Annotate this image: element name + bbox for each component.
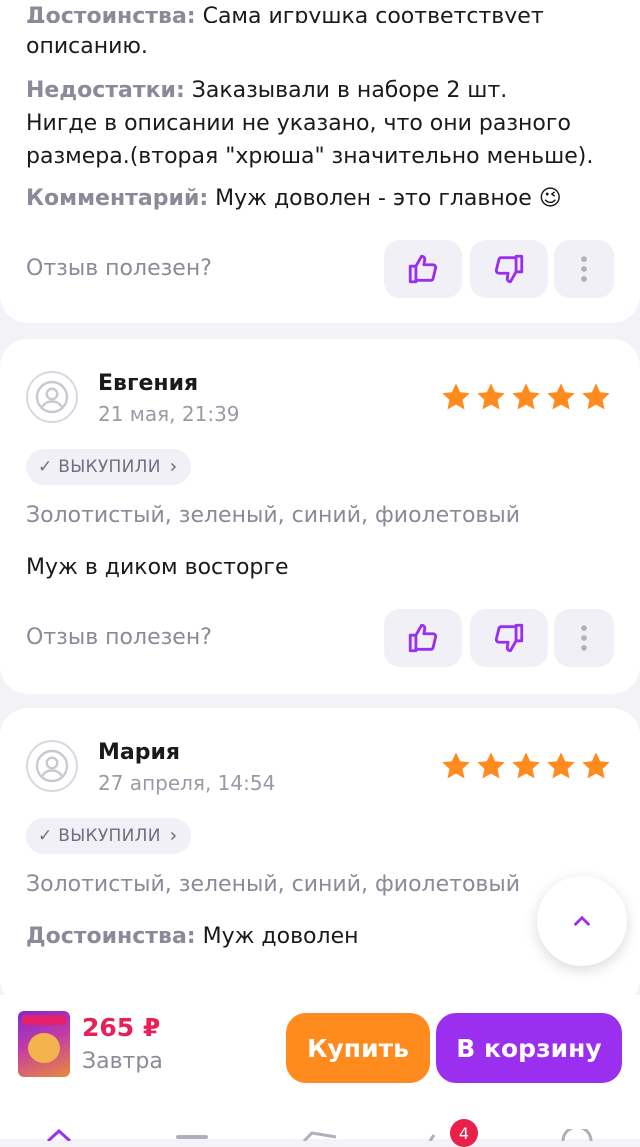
avatar <box>26 371 78 423</box>
product-price: 265 ₽ <box>82 1013 161 1042</box>
avatar <box>26 740 78 792</box>
cons-label: Недостатки: <box>26 78 185 103</box>
star-icon <box>582 752 610 779</box>
review-cons: Недостатки: Заказывали в наборе 2 шт. <box>26 74 507 107</box>
star-icon <box>442 752 470 779</box>
thumbs-down-icon <box>494 254 524 284</box>
helpful-row: Отзыв полезен? <box>26 609 614 669</box>
helpful-row: Отзыв полезен? <box>26 240 614 300</box>
product-thumbnail[interactable] <box>18 1011 70 1077</box>
chevron-right-icon <box>170 462 176 472</box>
rating-stars <box>440 750 612 782</box>
review-author: Евгения <box>98 371 199 396</box>
comment-text: Муж доволен - это главное 😉 <box>215 186 562 211</box>
cart-count-badge: 4 <box>450 1119 478 1147</box>
pros-text: Сама игрушка соответствует <box>202 4 544 23</box>
like-button[interactable] <box>384 609 462 667</box>
product-variant: Золотистый, зеленый, синий, фиолетовый <box>26 503 521 528</box>
chevron-right-icon <box>170 831 176 841</box>
badge-label: ✓ ВЫКУПИЛИ <box>38 826 161 846</box>
dislike-button[interactable] <box>470 240 548 298</box>
profile-tab-icon[interactable] <box>560 1129 594 1141</box>
star-icon <box>547 383 575 410</box>
review-date: 21 мая, 21:39 <box>98 402 240 426</box>
add-to-cart-button[interactable]: В корзину <box>436 1013 622 1083</box>
helpful-label: Отзыв полезен? <box>26 625 212 650</box>
cart-tab-icon[interactable] <box>428 1133 452 1141</box>
thumbs-up-icon <box>408 623 438 653</box>
more-button[interactable] <box>554 609 614 667</box>
review-card-2: Евгения 21 мая, 21:39 ✓ ВЫКУПИЛИ Золотис… <box>0 339 640 694</box>
home-tab-icon[interactable] <box>46 1129 72 1141</box>
more-vertical-icon <box>581 256 587 282</box>
star-icon <box>442 383 470 410</box>
more-button[interactable] <box>554 240 614 298</box>
purchase-bar: 265 ₽ Завтра Купить В корзину <box>0 995 640 1105</box>
star-icon <box>582 383 610 410</box>
helpful-label: Отзыв полезен? <box>26 256 212 281</box>
star-icon <box>477 752 505 779</box>
pros-text: Муж доволен <box>202 924 359 949</box>
thumbs-down-icon <box>494 623 524 653</box>
more-vertical-icon <box>581 625 587 651</box>
product-variant: Золотистый, зеленый, синий, фиолетовый <box>26 872 521 897</box>
purchased-badge[interactable]: ✓ ВЫКУПИЛИ <box>26 818 191 854</box>
dislike-button[interactable] <box>470 609 548 667</box>
user-avatar-icon <box>35 380 69 414</box>
purchased-badge[interactable]: ✓ ВЫКУПИЛИ <box>26 449 191 485</box>
scroll-top-button[interactable] <box>537 876 627 966</box>
buy-button[interactable]: Купить <box>286 1013 430 1083</box>
review-date: 27 апреля, 14:54 <box>98 771 276 795</box>
badge-label: ✓ ВЫКУПИЛИ <box>38 457 161 477</box>
review-text: Муж в диком восторге <box>26 555 289 580</box>
delivery-date: Завтра <box>82 1049 163 1074</box>
review-pros: Достоинства: Сама игрушка соответствует <box>26 0 616 23</box>
comment-label: Комментарий: <box>26 186 209 211</box>
review-card-3: Мария 27 апреля, 14:54 ✓ ВЫКУПИЛИ Золоти… <box>0 708 640 1008</box>
star-icon <box>477 383 505 410</box>
cons-text-line2: Нигде в описании не указано, что они раз… <box>26 111 571 136</box>
star-icon <box>512 752 540 779</box>
review-card-1: Достоинства: Сама игрушка соответствует … <box>0 0 640 323</box>
thumbnail-toy <box>28 1033 60 1063</box>
thumbs-up-icon <box>408 254 438 284</box>
cons-text-line3: размера.(вторая "хрюша" значительно мень… <box>26 144 594 169</box>
tab-bar <box>0 1105 640 1141</box>
chevron-up-icon <box>574 915 590 926</box>
review-pros: Достоинства: Муж доволен <box>26 924 358 949</box>
star-icon <box>512 383 540 410</box>
pros-label: Достоинства: <box>26 924 196 949</box>
pros-label: Достоинства: <box>26 4 196 23</box>
pros-text-line2: описанию. <box>26 34 148 59</box>
review-comment: Комментарий: Муж доволен - это главное 😉 <box>26 182 562 215</box>
star-icon <box>547 752 575 779</box>
cons-text: Заказывали в наборе 2 шт. <box>191 78 508 103</box>
rating-stars <box>440 381 612 413</box>
favorites-tab-icon[interactable] <box>302 1131 338 1141</box>
review-author: Мария <box>98 740 181 765</box>
user-avatar-icon <box>35 749 69 783</box>
catalog-tab-icon[interactable] <box>176 1135 208 1141</box>
thumbnail-label-strip <box>22 1015 66 1025</box>
like-button[interactable] <box>384 240 462 298</box>
